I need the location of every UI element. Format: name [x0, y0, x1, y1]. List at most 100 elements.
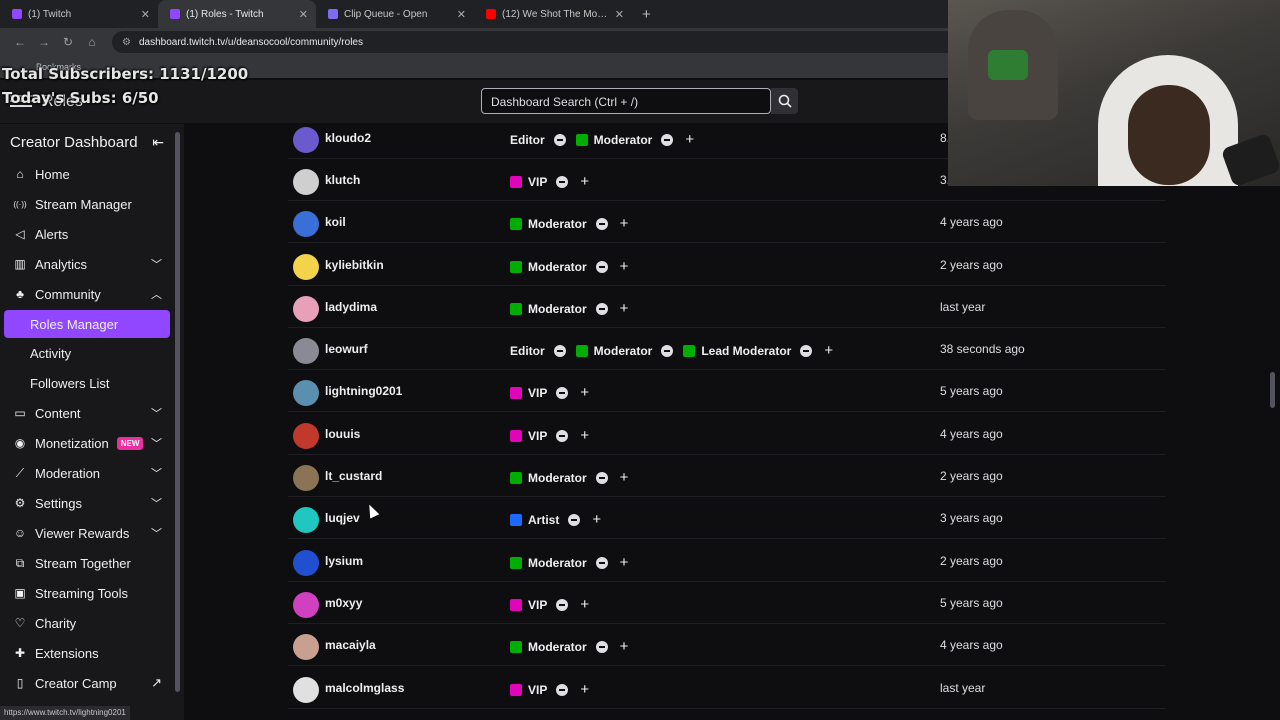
sidebar-item-viewer-rewards[interactable]: ☺ Viewer Rewards ﹀	[4, 519, 170, 547]
avatar[interactable]	[293, 254, 319, 280]
username[interactable]: luqjev	[325, 511, 360, 525]
remove-role-icon[interactable]	[661, 133, 674, 146]
username[interactable]: macaiyla	[325, 638, 376, 652]
new-tab-button[interactable]: +	[642, 6, 651, 23]
search-button[interactable]	[771, 88, 798, 114]
sidebar-scrollbar[interactable]	[175, 132, 180, 692]
dashboard-search-input[interactable]: Dashboard Search (Ctrl + /)	[481, 88, 771, 114]
avatar[interactable]	[293, 380, 319, 406]
avatar[interactable]	[293, 677, 319, 703]
sidebar-item-extensions[interactable]: ✚ Extensions	[4, 639, 170, 667]
remove-role-icon[interactable]	[556, 429, 569, 442]
site-info-icon[interactable]: ⚙	[122, 37, 131, 48]
remove-role-icon[interactable]	[595, 217, 608, 230]
sidebar-item-charity[interactable]: ♡ Charity	[4, 609, 170, 637]
close-tab-icon[interactable]: ✕	[141, 8, 150, 21]
add-role-icon[interactable]: +	[620, 554, 629, 571]
avatar[interactable]	[293, 127, 319, 153]
avatar[interactable]	[293, 296, 319, 322]
avatar[interactable]	[293, 550, 319, 576]
sidebar-item-activity[interactable]: Activity	[4, 339, 170, 367]
sidebar-item-roles-manager[interactable]: Roles Manager	[4, 310, 170, 338]
avatar[interactable]	[293, 465, 319, 491]
add-role-icon[interactable]: +	[580, 173, 589, 190]
sidebar-item-stream-manager[interactable]: ((·)) Stream Manager	[4, 190, 170, 218]
add-role-icon[interactable]: +	[580, 596, 589, 613]
chevron-down-icon[interactable]: ﹀	[151, 495, 162, 511]
chevron-down-icon[interactable]: ﹀	[151, 405, 162, 421]
sidebar-item-content[interactable]: ▭ Content ﹀	[4, 399, 170, 427]
username[interactable]: koil	[325, 215, 346, 229]
avatar[interactable]	[293, 592, 319, 618]
add-role-icon[interactable]: +	[592, 511, 601, 528]
close-tab-icon[interactable]: ✕	[457, 8, 466, 21]
close-tab-icon[interactable]: ✕	[299, 8, 308, 21]
username[interactable]: louuis	[325, 427, 360, 441]
add-role-icon[interactable]: +	[620, 638, 629, 655]
address-bar[interactable]: ⚙ dashboard.twitch.tv/u/deansocool/commu…	[112, 31, 1052, 53]
username[interactable]: lightning0201	[325, 384, 402, 398]
reload-icon[interactable]: ↻	[56, 35, 80, 49]
add-role-icon[interactable]: +	[620, 469, 629, 486]
avatar[interactable]	[293, 169, 319, 195]
remove-role-icon[interactable]	[553, 133, 566, 146]
avatar[interactable]	[293, 634, 319, 660]
sidebar-item-community[interactable]: ♣ Community ︿	[4, 280, 170, 308]
add-role-icon[interactable]: +	[620, 258, 629, 275]
remove-role-icon[interactable]	[800, 344, 813, 357]
sidebar-item-followers-list[interactable]: Followers List	[4, 369, 170, 397]
chevron-down-icon[interactable]: ﹀	[151, 465, 162, 481]
avatar[interactable]	[293, 423, 319, 449]
add-role-icon[interactable]: +	[580, 384, 589, 401]
add-role-icon[interactable]: +	[824, 342, 833, 359]
sidebar-item-home[interactable]: ⌂ Home	[4, 160, 170, 188]
collapse-sidebar-icon[interactable]: ⇤	[152, 134, 164, 151]
avatar[interactable]	[293, 338, 319, 364]
home-browser-icon[interactable]: ⌂	[80, 35, 104, 49]
chevron-down-icon[interactable]: ﹀	[151, 256, 162, 272]
username[interactable]: lysium	[325, 554, 363, 568]
sidebar-item-analytics[interactable]: ▥ Analytics ﹀	[4, 250, 170, 278]
browser-tab[interactable]: (12) We Shot The Most DANGE... ✕	[474, 0, 632, 28]
close-tab-icon[interactable]: ✕	[615, 8, 624, 21]
sidebar-item-moderation[interactable]: ⟋ Moderation ﹀	[4, 459, 170, 487]
username[interactable]: kyliebitkin	[325, 258, 384, 272]
add-role-icon[interactable]: +	[685, 131, 694, 148]
forward-icon[interactable]: →	[32, 35, 56, 49]
sidebar-item-creator-camp[interactable]: ▯ Creator Camp ↗	[4, 669, 170, 697]
username[interactable]: leowurf	[325, 342, 368, 356]
add-role-icon[interactable]: +	[580, 681, 589, 698]
sidebar-item-streaming-tools[interactable]: ▣ Streaming Tools	[4, 579, 170, 607]
remove-role-icon[interactable]	[661, 344, 674, 357]
username[interactable]: klutch	[325, 173, 360, 187]
username[interactable]: kloudo2	[325, 131, 371, 145]
add-role-icon[interactable]: +	[580, 427, 589, 444]
sidebar-item-stream-together[interactable]: ⧉ Stream Together	[4, 549, 170, 577]
browser-tab[interactable]: Clip Queue - Open ✕	[316, 0, 474, 28]
main-scrollbar[interactable]	[1270, 372, 1275, 408]
add-role-icon[interactable]: +	[620, 300, 629, 317]
username[interactable]: lt_custard	[325, 469, 382, 483]
remove-role-icon[interactable]	[556, 683, 569, 696]
sidebar-item-monetization[interactable]: ◉ Monetization NEW ﹀	[4, 429, 170, 457]
add-role-icon[interactable]: +	[620, 215, 629, 232]
remove-role-icon[interactable]	[595, 556, 608, 569]
username[interactable]: ladydima	[325, 300, 377, 314]
browser-tab[interactable]: (1) Twitch ✕	[0, 0, 158, 28]
remove-role-icon[interactable]	[556, 598, 569, 611]
chevron-down-icon[interactable]: ﹀	[151, 435, 162, 451]
remove-role-icon[interactable]	[595, 302, 608, 315]
avatar[interactable]	[293, 211, 319, 237]
remove-role-icon[interactable]	[595, 640, 608, 653]
remove-role-icon[interactable]	[595, 471, 608, 484]
avatar[interactable]	[293, 507, 319, 533]
chevron-down-icon[interactable]: ﹀	[151, 525, 162, 541]
sidebar-item-alerts[interactable]: ◁ Alerts	[4, 220, 170, 248]
remove-role-icon[interactable]	[553, 344, 566, 357]
remove-role-icon[interactable]	[556, 175, 569, 188]
back-icon[interactable]: ←	[8, 35, 32, 49]
sidebar-item-settings[interactable]: ⚙ Settings ﹀	[4, 489, 170, 517]
username[interactable]: m0xyy	[325, 596, 362, 610]
remove-role-icon[interactable]	[595, 260, 608, 273]
remove-role-icon[interactable]	[568, 513, 581, 526]
